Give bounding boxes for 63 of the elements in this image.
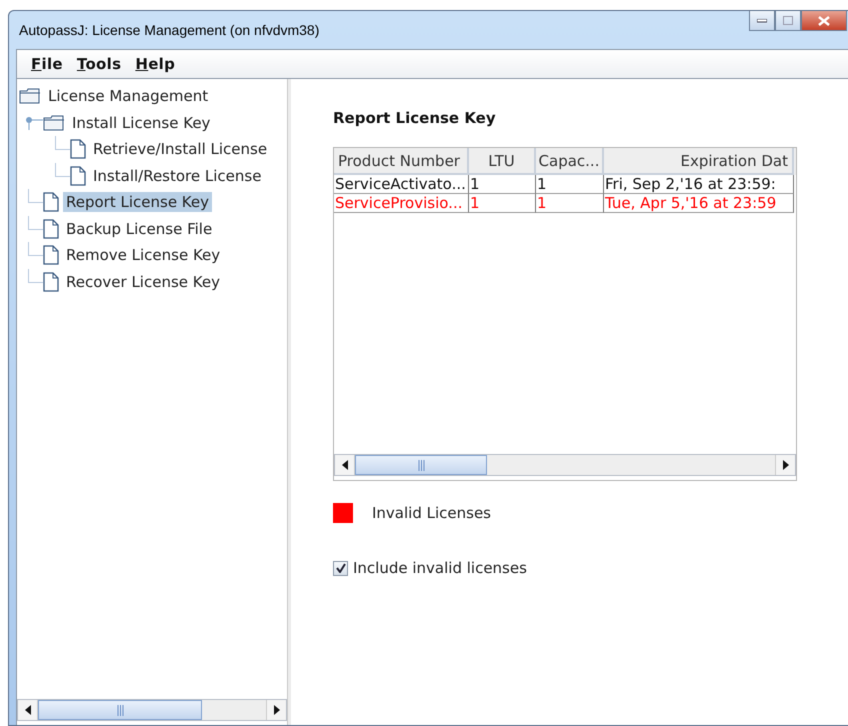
document-icon [70, 139, 86, 160]
table-cell: 1 [536, 194, 604, 213]
right-arrow-icon [274, 705, 280, 715]
table-cell: ServiceActivato... [334, 175, 469, 194]
document-icon [43, 245, 59, 266]
tree-item[interactable]: Install/Restore License [90, 166, 264, 186]
checkbox-label[interactable]: Include invalid licenses [353, 559, 527, 577]
folder-icon [19, 88, 41, 104]
column-header[interactable]: Capac... [536, 148, 604, 175]
section-title: Report License Key [333, 109, 497, 127]
scroll-right-button[interactable] [266, 700, 286, 720]
column-header[interactable]: LTU [469, 148, 536, 175]
checkbox[interactable] [333, 560, 348, 576]
document-icon [43, 272, 59, 292]
table-cell: Fri, Sep 2,'16 at 23:59: [604, 175, 794, 194]
menu-item[interactable]: Help [131, 55, 180, 73]
table-cell: 1 [469, 194, 536, 213]
left-arrow-icon [24, 705, 30, 715]
minimize-icon [757, 18, 767, 22]
document-icon [43, 218, 59, 239]
scroll-left-button[interactable] [18, 700, 38, 720]
right-arrow-icon [782, 460, 788, 470]
document-icon [43, 192, 59, 212]
folder-icon [43, 114, 65, 131]
tree-item[interactable]: Install License Key [69, 112, 214, 133]
left-arrow-icon [342, 460, 348, 470]
tree-item[interactable]: License Management [45, 86, 212, 106]
maximize-icon [783, 16, 793, 25]
horizontal-scrollbar[interactable] [334, 454, 796, 476]
close-icon [818, 16, 830, 26]
scroll-thumb[interactable] [355, 455, 487, 475]
table-cell: Tue, Apr 5,'16 at 23:59 [604, 194, 794, 213]
tree-item[interactable]: Backup License File [63, 218, 216, 239]
document-icon [70, 166, 86, 186]
tree-item[interactable]: Retrieve/Install License [90, 139, 270, 160]
check-icon [336, 563, 346, 573]
grip-icon [116, 704, 124, 716]
tree-line-icon [28, 216, 43, 230]
column-header[interactable]: Product Number [334, 148, 469, 175]
tree-line-icon [55, 136, 70, 150]
menu-item[interactable]: File [27, 55, 67, 73]
table-cell: 1 [536, 175, 604, 194]
window-title: AutopassJ: License Management (on nfvdvm38) [19, 22, 320, 38]
tree-item[interactable]: Report License Key [63, 192, 212, 212]
minimize-button[interactable] [749, 11, 775, 31]
column-header[interactable]: Expiration Dat [604, 148, 794, 175]
table-cell: 1 [469, 175, 536, 194]
horizontal-scrollbar[interactable] [17, 699, 287, 721]
tree-item[interactable]: Remove License Key [63, 245, 224, 266]
maximize-button[interactable] [775, 11, 801, 31]
tree-line-icon [28, 189, 43, 203]
legend-label: Invalid Licenses [372, 504, 491, 522]
grip-icon [418, 460, 424, 470]
close-button[interactable] [801, 11, 847, 31]
scroll-left-button[interactable] [335, 455, 355, 475]
tree-line-icon [28, 268, 43, 282]
menu-item[interactable]: Tools [72, 55, 126, 73]
tree-item[interactable]: Recover License Key [63, 272, 223, 292]
tree-line-icon [55, 162, 70, 176]
scroll-right-button[interactable] [775, 455, 795, 475]
table-cell: ServiceProvisio... [334, 194, 469, 213]
scroll-thumb[interactable] [38, 700, 202, 720]
tree-line-icon [28, 242, 43, 256]
